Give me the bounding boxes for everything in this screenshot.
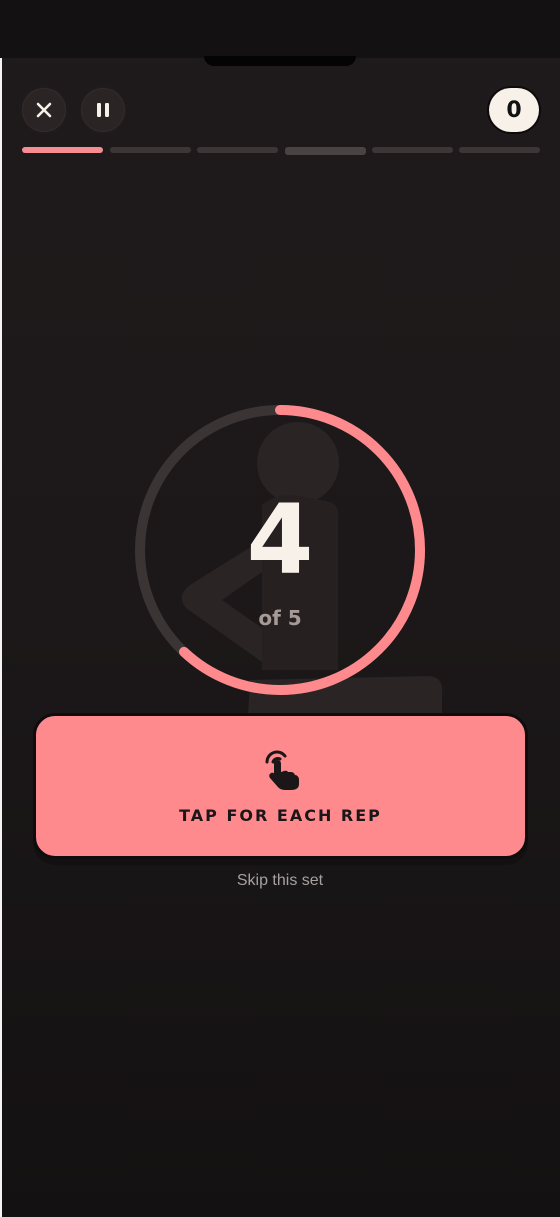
rep-total-label: of 5 xyxy=(258,606,302,630)
tap-hand-icon xyxy=(265,750,299,790)
tap-for-rep-button[interactable]: TAP FOR EACH REP xyxy=(33,713,528,859)
workout-screen: 0 4 of 5 TAP FOR EACH REP Skip this set xyxy=(0,0,560,1217)
tap-button-label: TAP FOR EACH REP xyxy=(179,806,382,825)
skip-set-link[interactable]: Skip this set xyxy=(180,872,380,890)
rep-count: 4 xyxy=(246,484,314,596)
